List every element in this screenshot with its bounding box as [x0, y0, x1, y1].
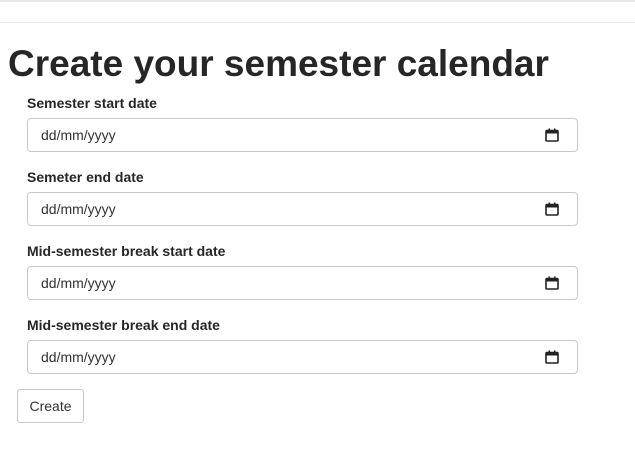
break-start-date-label: Mid-semester break start date	[27, 243, 226, 259]
break-start-date-placeholder: dd/mm/yyyy	[41, 275, 116, 291]
semester-start-date-placeholder: dd/mm/yyyy	[41, 127, 116, 143]
calendar-icon[interactable]	[545, 276, 559, 290]
calendar-icon[interactable]	[545, 128, 559, 142]
break-end-date-placeholder: dd/mm/yyyy	[41, 349, 116, 365]
semester-start-date-input[interactable]: dd/mm/yyyy	[27, 118, 578, 152]
break-end-date-label: Mid-semester break end date	[27, 317, 220, 333]
semester-start-date-label: Semester start date	[27, 95, 157, 111]
page-title: Create your semester calendar	[8, 43, 549, 84]
semester-end-date-input[interactable]: dd/mm/yyyy	[27, 192, 578, 226]
create-button[interactable]: Create	[17, 389, 84, 423]
break-end-date-input[interactable]: dd/mm/yyyy	[27, 340, 578, 374]
top-bar	[0, 0, 635, 23]
semester-end-date-placeholder: dd/mm/yyyy	[41, 201, 116, 217]
calendar-icon[interactable]	[545, 350, 559, 364]
break-start-date-input[interactable]: dd/mm/yyyy	[27, 266, 578, 300]
calendar-icon[interactable]	[545, 202, 559, 216]
semester-end-date-label: Semeter end date	[27, 169, 144, 185]
